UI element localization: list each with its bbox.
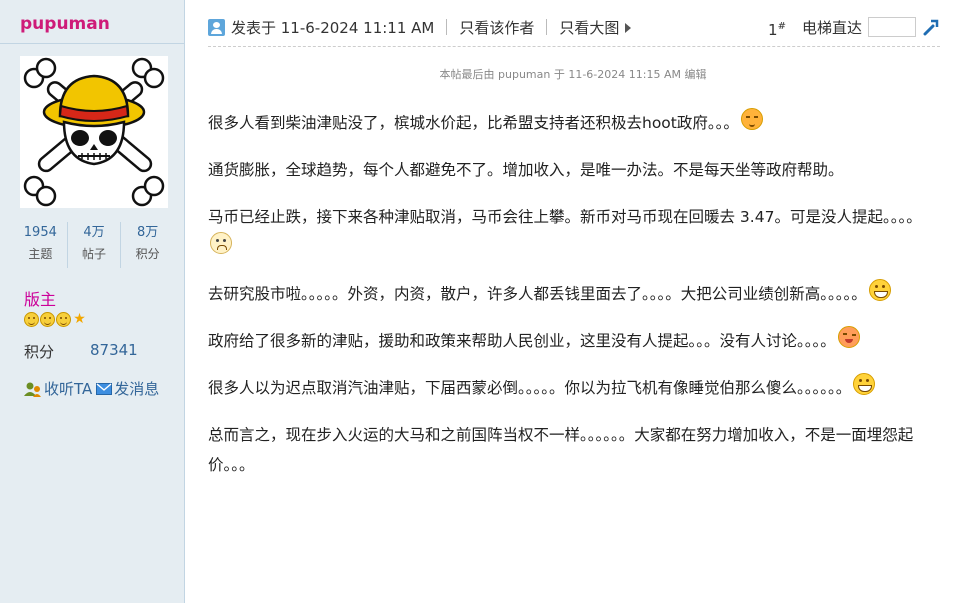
star-rank-icon: ★ [73, 311, 86, 327]
paragraph-text: 很多人看到柴油津贴没了，槟城水价起，比希盟支持者还积极去hoot政府。。。 [208, 114, 739, 132]
post-date: 发表于 11-6-2024 11:11 AM [231, 18, 435, 37]
tongue-emoji-icon [837, 326, 860, 348]
user-online-icon [208, 18, 225, 36]
stat-label: 帖子 [82, 247, 107, 261]
rank-stars: ★ [24, 312, 87, 327]
elevator-label: 电梯直达 [801, 18, 862, 37]
shy-emoji-icon [740, 108, 763, 130]
edited-note: 本帖最后由 pupuman 于 11-6-2024 11:15 AM 编辑 [439, 68, 707, 81]
post-paragraph: 马币已经止跌，接下来各种津贴取消，马币会往上攀。新币对马币现在回暖去 3.47。… [208, 202, 944, 262]
user-rank[interactable]: 版主 [24, 286, 56, 310]
divider [208, 46, 940, 47]
credit-value: 87341 [90, 341, 138, 359]
paragraph-text: 马币已经止跌，接下来各种津贴取消，马币会往上攀。新币对马币现在回暖去 3.47。… [208, 208, 922, 226]
post-tools: 1# 电梯直达 [768, 14, 940, 40]
forum-post: pupuman 1954 主题 4万 帖子 8万 积分 版主 ★ 积分 8734… [0, 0, 960, 603]
follow-icon [24, 382, 41, 397]
author-stats: 1954 主题 4万 帖子 8万 积分 [14, 222, 174, 268]
post-content: 很多人看到柴油津贴没了，槟城水价起，比希盟支持者还积极去hoot政府。。。 通货… [208, 108, 944, 497]
post-paragraph: 政府给了很多新的津贴，援助和政策来帮助人民创业，这里没有人提起。。。没有人讨论。… [208, 326, 944, 356]
floor-jump-input[interactable] [868, 17, 916, 37]
floor-value: 1 [768, 21, 778, 39]
sweat-emoji-icon [210, 232, 232, 254]
skull-avatar-icon [23, 57, 165, 207]
only-author-link[interactable]: 只看该作者 [459, 17, 534, 38]
avatar[interactable] [20, 56, 168, 208]
grin-emoji-icon [853, 373, 876, 395]
post-info-bar: 发表于 11-6-2024 11:11 AM 只看该作者 只看大图 1# 电梯直… [208, 14, 940, 40]
sun-rank-icon [24, 312, 39, 327]
sun-rank-icon [40, 312, 55, 327]
sun-rank-icon [56, 312, 71, 327]
paragraph-text: 去研究股市啦。。。。。外资，内资，散户，许多人都丢钱里面去了。。。。大把公司业绩… [208, 285, 867, 303]
stat-value: 4万 [83, 225, 105, 240]
triangle-right-icon [625, 22, 632, 33]
only-images-link[interactable]: 只看大图 [559, 17, 632, 38]
author-sidebar: pupuman 1954 主题 4万 帖子 8万 积分 版主 ★ 积分 8734… [0, 0, 185, 603]
follow-label: 收听TA [44, 380, 93, 398]
stat-value: 1954 [23, 225, 57, 240]
stat-credits[interactable]: 8万 积分 [121, 222, 174, 268]
floor-number[interactable]: 1# [768, 21, 786, 39]
divider [0, 43, 185, 44]
post-paragraph: 很多人看到柴油津贴没了，槟城水价起，比希盟支持者还积极去hoot政府。。。 [208, 108, 944, 138]
credit-row: 积分 87341 [24, 341, 138, 362]
post-paragraph: 通货膨胀，全球趋势，每个人都避免不了。增加收入，是唯一办法。不是每天坐等政府帮助… [208, 155, 944, 185]
stat-label: 积分 [135, 247, 160, 261]
paragraph-text: 政府给了很多新的津贴，援助和政策来帮助人民创业，这里没有人提起。。。没有人讨论。… [208, 332, 836, 350]
author-username[interactable]: pupuman [20, 14, 110, 34]
paragraph-text: 总而言之，现在步入火运的大马和之前国阵当权不一样。。。。。。大家都在努力增加收入… [208, 426, 914, 474]
paragraph-text: 通货膨胀，全球趋势，每个人都避免不了。增加收入，是唯一办法。不是每天坐等政府帮助… [208, 161, 844, 179]
floor-mark: # [777, 21, 786, 32]
follow-link[interactable]: 收听TA [24, 378, 92, 399]
stat-posts[interactable]: 4万 帖子 [68, 222, 122, 268]
divider [446, 19, 448, 35]
grin-emoji-icon [868, 279, 891, 301]
mail-icon [96, 382, 113, 395]
send-message-link[interactable]: 发消息 [96, 378, 159, 399]
author-actions: 收听TA 发消息 [24, 378, 159, 399]
jump-go-icon[interactable] [922, 18, 940, 36]
stat-threads[interactable]: 1954 主题 [14, 222, 68, 268]
credit-label: 积分 [24, 343, 55, 361]
divider [546, 19, 548, 35]
message-label: 发消息 [114, 380, 160, 398]
post-paragraph: 去研究股市啦。。。。。外资，内资，散户，许多人都丢钱里面去了。。。。大把公司业绩… [208, 279, 944, 309]
post-paragraph: 很多人以为迟点取消汽油津贴，下届西蒙必倒。。。。。你以为拉飞机有像睡觉伯那么傻么… [208, 373, 944, 403]
only-images-label: 只看大图 [559, 18, 620, 37]
stat-label: 主题 [28, 247, 53, 261]
post-main: 发表于 11-6-2024 11:11 AM 只看该作者 只看大图 1# 电梯直… [186, 0, 960, 603]
paragraph-text: 很多人以为迟点取消汽油津贴，下届西蒙必倒。。。。。你以为拉飞机有像睡觉伯那么傻么… [208, 379, 852, 397]
post-paragraph: 总而言之，现在步入火运的大马和之前国阵当权不一样。。。。。。大家都在努力增加收入… [208, 420, 944, 480]
stat-value: 8万 [137, 225, 159, 240]
